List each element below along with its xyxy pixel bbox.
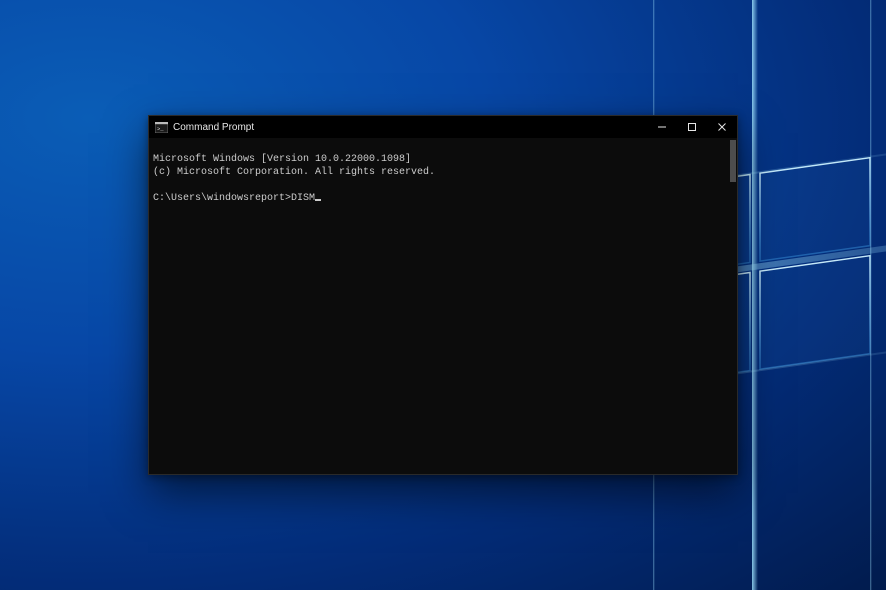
text-cursor bbox=[315, 199, 321, 201]
minimize-button[interactable] bbox=[647, 116, 677, 138]
titlebar[interactable]: >_ Command Prompt bbox=[149, 116, 737, 138]
console-prompt-path: C:\Users\windowsreport> bbox=[153, 193, 291, 204]
console-copyright-line: (c) Microsoft Corporation. All rights re… bbox=[153, 167, 435, 178]
maximize-button[interactable] bbox=[677, 116, 707, 138]
window-title: Command Prompt bbox=[173, 122, 254, 133]
command-prompt-window: >_ Command Prompt Microsoft Windows [Ver… bbox=[148, 115, 738, 475]
close-button[interactable] bbox=[707, 116, 737, 138]
console-version-line: Microsoft Windows [Version 10.0.22000.10… bbox=[153, 154, 411, 165]
console-typed-command: DISM bbox=[291, 193, 315, 204]
scrollbar-thumb[interactable] bbox=[730, 140, 736, 182]
console-output[interactable]: Microsoft Windows [Version 10.0.22000.10… bbox=[149, 138, 737, 474]
cmd-icon: >_ bbox=[154, 120, 168, 134]
svg-text:>_: >_ bbox=[157, 125, 164, 132]
